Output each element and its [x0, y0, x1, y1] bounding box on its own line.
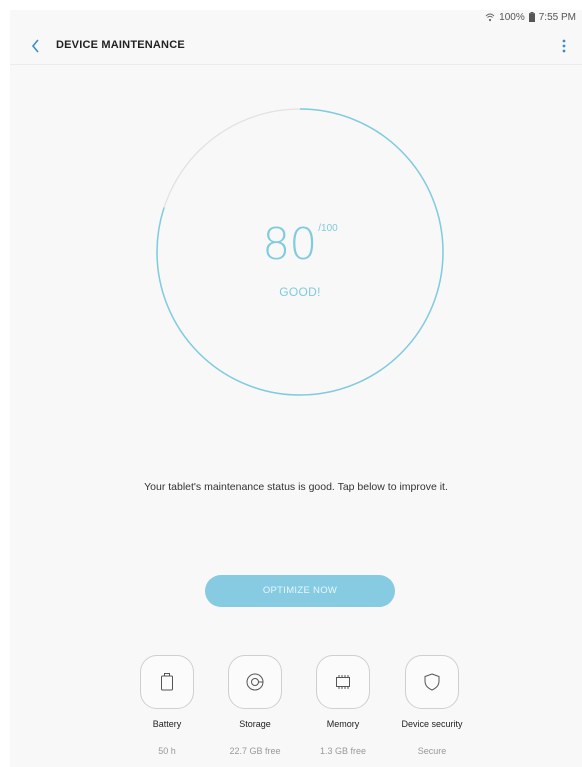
battery-label: Battery — [152, 719, 182, 729]
score-readout: 80/100 — [155, 219, 445, 270]
status-bar: 100% 7:55 PM — [485, 10, 576, 24]
memory-button[interactable] — [316, 655, 370, 709]
device-security-item[interactable]: Device security Secure — [387, 655, 477, 756]
storage-label: Storage — [239, 719, 271, 729]
device-maintenance-screen: 100% 7:55 PM DEVICE MAINTENANCE 80 /100 … — [0, 0, 582, 767]
memory-item[interactable]: Memory 1.3 GB free — [298, 655, 388, 756]
storage-item[interactable]: Storage 22.7 GB free — [210, 655, 300, 756]
battery-value: 50 h — [158, 746, 176, 756]
battery-item[interactable]: Battery 50 h — [122, 655, 212, 756]
score-max: /100 — [318, 223, 338, 234]
optimize-now-button[interactable]: OPTIMIZE NOW — [205, 575, 395, 607]
battery-level: 100% — [499, 11, 525, 23]
score-value: 80 — [262, 219, 317, 270]
storage-button[interactable] — [228, 655, 282, 709]
status-message: Your tablet's maintenance status is good… — [144, 481, 448, 493]
app-bar: DEVICE MAINTENANCE — [10, 28, 582, 65]
device-security-label: Device security — [401, 719, 463, 729]
score-status: GOOD! — [279, 285, 321, 299]
device-security-value: Secure — [417, 746, 447, 756]
chevron-left-icon — [26, 39, 46, 60]
battery-button[interactable] — [140, 655, 194, 709]
more-vertical-icon — [556, 39, 572, 60]
clock: 7:55 PM — [538, 11, 576, 23]
battery-status-icon — [528, 12, 535, 22]
storage-value: 22.7 GB free — [229, 746, 281, 756]
wifi-icon — [485, 12, 495, 22]
back-button[interactable] — [26, 36, 46, 56]
memory-value: 1.3 GB free — [319, 746, 367, 756]
memory-label: Memory — [326, 719, 360, 729]
more-options-button[interactable] — [556, 36, 572, 56]
device-security-button[interactable] — [405, 655, 459, 709]
score-gauge: 80/100 GOOD! — [155, 107, 445, 397]
page-title: DEVICE MAINTENANCE — [56, 39, 185, 51]
